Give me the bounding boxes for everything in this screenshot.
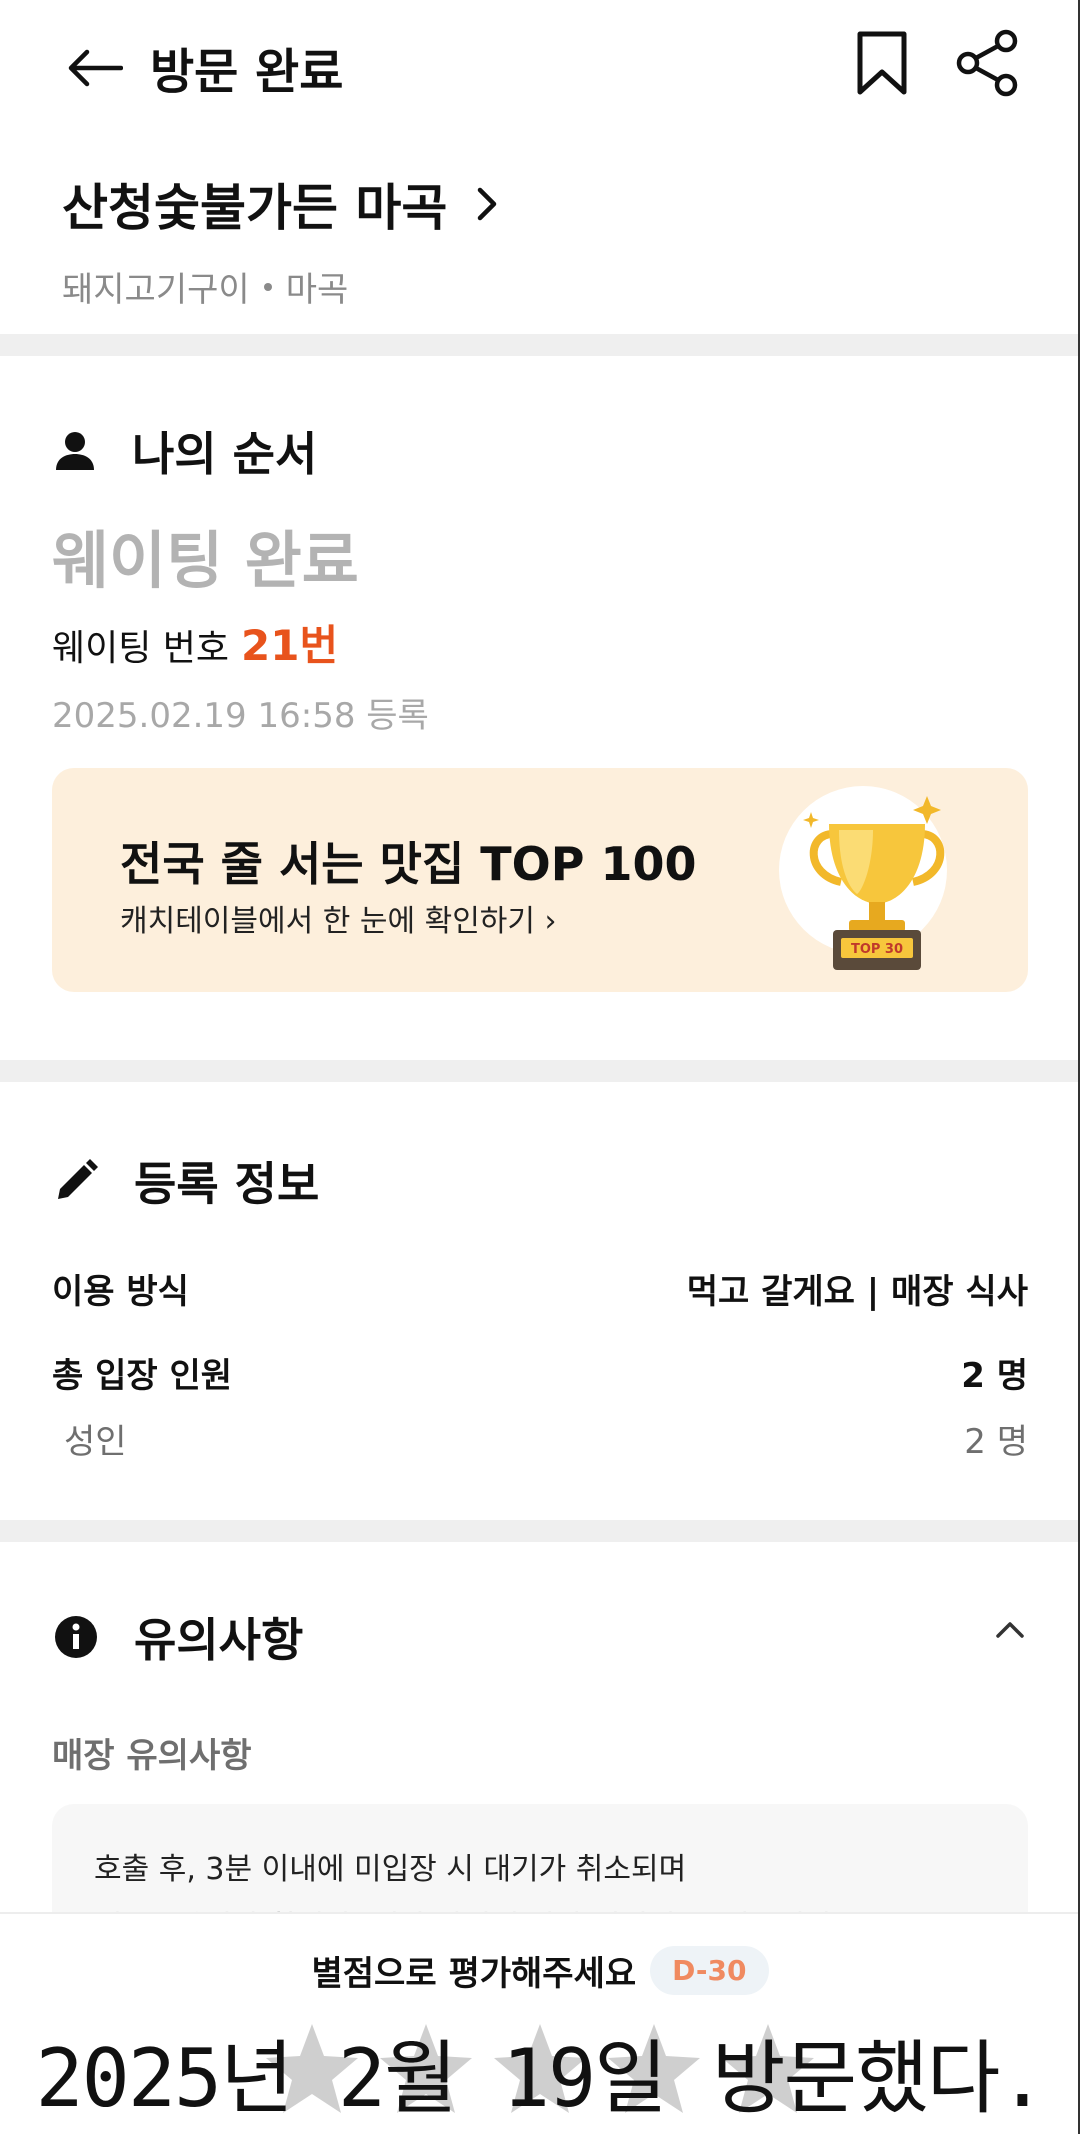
registration-header: 등록 정보	[54, 1148, 319, 1214]
arrow-left-icon	[68, 49, 123, 87]
trophy-icon: TOP 30	[779, 786, 947, 970]
total-guests-row: 총 입장 인원 2 명	[52, 1348, 1028, 1397]
share-icon	[956, 29, 1018, 97]
visit-date-overlay: 2025년 2월 19일 방문했다.	[35, 2032, 1046, 2125]
row-label: 총 입장 인원	[52, 1356, 233, 1396]
banner-subtitle: 캐치테이블에서 한 눈에 확인하기 ›	[120, 904, 557, 939]
waiting-status: 웨이팅 완료	[52, 524, 359, 597]
dday-badge: D-30	[650, 1946, 769, 1995]
adult-guests-row: 성인 2 명	[52, 1414, 1028, 1463]
banner-title: 전국 줄 서는 맛집 TOP 100	[120, 837, 697, 891]
page-title: 방문 완료	[150, 44, 344, 100]
store-name: 산청숯불가든 마곡	[62, 179, 448, 237]
waiting-number-label: 웨이팅 번호	[52, 628, 230, 669]
pencil-icon	[58, 1159, 98, 1199]
waiting-number: 21번	[241, 621, 339, 670]
info-icon	[55, 1616, 97, 1658]
chevron-up-icon[interactable]	[992, 1612, 1028, 1648]
row-label: 이용 방식	[52, 1272, 189, 1312]
back-button[interactable]	[62, 36, 126, 100]
store-area: 마곡	[285, 270, 349, 310]
section-divider	[0, 334, 1080, 356]
section-title: 나의 순서	[132, 427, 318, 481]
store-category: 돼지고기구이	[62, 270, 250, 310]
top-bar: 방문 완료	[0, 0, 1080, 130]
share-button[interactable]	[954, 28, 1020, 98]
bookmark-button[interactable]	[852, 28, 912, 98]
store-info[interactable]: 산청숯불가든 마곡 돼지고기구이 마곡	[62, 168, 499, 311]
waiting-number-row: 웨이팅 번호 21번	[52, 612, 338, 673]
section-divider	[0, 1520, 1080, 1542]
usage-type-row: 이용 방식 먹고 갈게요 | 매장 식사	[52, 1264, 1028, 1313]
notice-text: 호출 후, 3분 이내에 미입장 시 대기가 취소되며	[94, 1852, 687, 1887]
row-value: 2 명	[964, 1422, 1028, 1462]
section-title: 등록 정보	[134, 1157, 320, 1211]
my-order-header: 나의 순서	[54, 418, 317, 484]
bookmark-icon	[857, 31, 907, 95]
top-restaurants-banner[interactable]: 전국 줄 서는 맛집 TOP 100 캐치테이블에서 한 눈에 확인하기 › T…	[52, 768, 1028, 992]
section-title: 유의사항	[134, 1613, 304, 1667]
store-notice-title: 매장 유의사항	[52, 1736, 252, 1776]
section-divider	[0, 1060, 1080, 1082]
separator-dot	[263, 282, 272, 291]
person-icon	[56, 432, 94, 470]
registered-time: 2025.02.19 16:58 등록	[52, 696, 429, 736]
row-value: 먹고 갈게요 | 매장 식사	[686, 1272, 1028, 1312]
trophy-illustration: TOP 30	[777, 784, 977, 984]
notice-header[interactable]: 유의사항	[54, 1604, 303, 1670]
row-value: 2 명	[961, 1356, 1028, 1396]
trophy-badge-text: TOP 30	[851, 942, 903, 957]
rating-sheet: 별점으로 평가해주세요 D-30 2025년 2월 19일 방문했다.	[0, 1912, 1080, 2134]
chevron-right-icon	[478, 187, 497, 221]
row-label: 성인	[64, 1422, 127, 1462]
rating-prompt: 별점으로 평가해주세요	[311, 1954, 637, 1994]
